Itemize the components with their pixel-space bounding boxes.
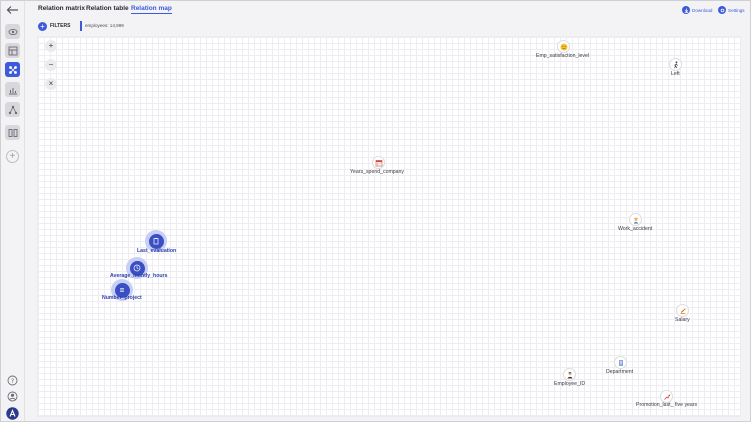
download-icon: [682, 6, 690, 14]
download-label: Download: [692, 7, 713, 13]
settings-icon: [718, 6, 726, 14]
table-icon[interactable]: [5, 43, 20, 58]
tab-relation-matrix[interactable]: Relation matrix: [38, 5, 85, 12]
help-icon[interactable]: ?: [7, 375, 18, 386]
add-filter-button[interactable]: +: [38, 22, 47, 31]
reset-view-button[interactable]: ×: [45, 78, 57, 90]
smiley-icon: [557, 40, 570, 53]
bar-chart-icon[interactable]: [5, 82, 20, 97]
walking-person-icon: [669, 58, 682, 71]
user-icon[interactable]: [7, 391, 18, 402]
node-label: Number_project: [102, 295, 142, 301]
left-sidebar: + ?: [1, 1, 25, 421]
top-bar: Relation matrix Relation table Relation …: [25, 1, 750, 19]
filters-label[interactable]: FILTERS: [50, 23, 70, 29]
zoom-out-button[interactable]: −: [45, 59, 57, 71]
building-icon: [614, 356, 627, 369]
node-label: Last_evaluation: [137, 248, 177, 254]
eye-icon[interactable]: [5, 24, 20, 39]
node-label: Work_accident: [618, 226, 653, 232]
app-logo-icon[interactable]: [6, 407, 19, 420]
filter-chip-marker: [80, 21, 82, 31]
node-label: Department: [606, 369, 634, 375]
network-icon[interactable]: [5, 102, 20, 117]
node-label: Average_montly_hours: [110, 273, 168, 279]
back-arrow-icon[interactable]: [6, 5, 19, 15]
tab-relation-table[interactable]: Relation table: [86, 5, 129, 12]
calendar-icon: [372, 156, 385, 169]
filter-chip[interactable]: employees: 14,999: [85, 23, 124, 28]
node-label: Left: [671, 71, 680, 77]
node-label: Employee_ID: [554, 381, 586, 387]
relation-map-icon[interactable]: [5, 62, 20, 77]
clipboard-icon: [148, 233, 164, 249]
node-label: Emp_satisfaction_level: [536, 53, 590, 59]
download-button[interactable]: Download: [682, 6, 712, 14]
node-label: Promotion_last_ five years: [636, 402, 698, 408]
settings-label: Settings: [728, 7, 745, 13]
person-icon: [563, 368, 576, 381]
settings-button[interactable]: Settings: [718, 6, 745, 14]
worker-icon: [629, 213, 642, 226]
money-icon: [676, 304, 689, 317]
node-label: Years_spend_company: [350, 169, 405, 175]
add-button[interactable]: +: [6, 150, 19, 163]
zoom-in-button[interactable]: +: [45, 40, 57, 52]
app-window: + ? Relation matrix Relation table Relat…: [0, 0, 751, 422]
compare-icon[interactable]: [5, 125, 20, 140]
node-label: Salary: [675, 317, 690, 323]
svg-text:?: ?: [11, 377, 14, 385]
tab-relation-map[interactable]: Relation map: [131, 5, 172, 14]
